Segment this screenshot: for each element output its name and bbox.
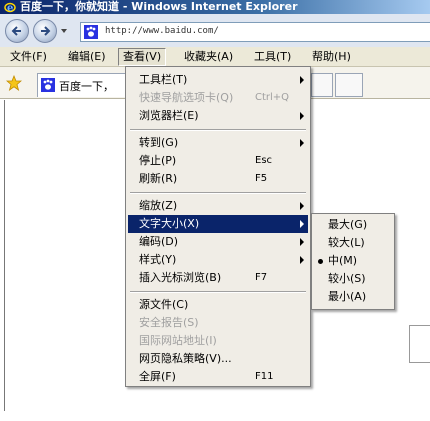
menu-item-go-to[interactable]: 转到(G) (128, 134, 308, 152)
menu-item-label: 网页隐私策略(V)... (139, 352, 232, 365)
menu-item-label: 快速导航选项卡(Q) (139, 91, 234, 104)
submenu-arrow-icon (300, 220, 304, 228)
url-text: http://www.baidu.com/ (105, 26, 219, 36)
svg-text:e: e (7, 3, 13, 13)
menu-item-encoding[interactable]: 编码(D) (128, 233, 308, 251)
page-widget (409, 325, 430, 363)
shortcut-label: F11 (255, 371, 274, 382)
address-field[interactable]: http://www.baidu.com/ (80, 22, 430, 42)
window-title: 百度一下，你就知道 - Windows Internet Explorer (20, 0, 298, 13)
menu-item-style[interactable]: 样式(Y) (128, 251, 308, 269)
submenu-arrow-icon (300, 256, 304, 264)
back-button[interactable] (5, 19, 29, 43)
menu-item-label: 插入光标浏览(B) (139, 271, 222, 284)
tab-label: 百度一下， (59, 80, 114, 93)
submenu-arrow-icon (300, 139, 304, 147)
menu-help[interactable]: 帮助(H) (308, 48, 355, 66)
selected-bullet-icon (318, 259, 323, 264)
submenu-arrow-icon (300, 202, 304, 210)
text-size-smaller[interactable]: 较小(S) (314, 270, 392, 288)
submenu-arrow-icon (300, 112, 304, 120)
menu-item-text-size[interactable]: 文字大小(X) (128, 215, 308, 233)
recent-pages-dropdown-icon[interactable] (60, 27, 68, 35)
submenu-arrow-icon (300, 238, 304, 246)
menu-item-label: 全屏(F) (139, 370, 176, 383)
menu-view[interactable]: 查看(V) (118, 48, 167, 66)
new-tab-button[interactable] (335, 73, 363, 97)
menu-item-label: 中(M) (328, 254, 358, 267)
menu-item-quick-tabs: 快速导航选项卡(Q) Ctrl+Q (128, 89, 308, 107)
menu-item-international-address: 国际网站地址(I) (128, 332, 308, 350)
favorites-star-icon[interactable] (6, 75, 22, 91)
menu-item-label: 缩放(Z) (139, 199, 178, 212)
internet-explorer-icon: e (4, 2, 16, 13)
menu-item-label: 较小(S) (328, 272, 366, 285)
menu-favorites[interactable]: 收藏夹(A) (180, 48, 237, 66)
submenu-arrow-icon (300, 76, 304, 84)
tab-baidu[interactable]: 百度一下， (37, 73, 127, 97)
baidu-paw-icon (84, 25, 98, 39)
menu-tools[interactable]: 工具(T) (250, 48, 295, 66)
text-size-larger[interactable]: 较大(L) (314, 234, 392, 252)
menu-item-label: 样式(Y) (139, 253, 177, 266)
title-bar: e 百度一下，你就知道 - Windows Internet Explorer (0, 0, 430, 14)
menu-item-label: 最小(A) (328, 290, 367, 303)
menu-item-zoom[interactable]: 缩放(Z) (128, 197, 308, 215)
address-row: http://www.baidu.com/ (0, 14, 430, 47)
arrow-left-icon (11, 26, 21, 36)
menu-item-privacy-policy[interactable]: 网页隐私策略(V)... (128, 350, 308, 368)
menu-item-source[interactable]: 源文件(C) (128, 296, 308, 314)
content-border (4, 100, 5, 411)
menu-item-label: 国际网站地址(I) (139, 334, 217, 347)
shortcut-label: F7 (255, 272, 268, 283)
menu-item-label: 工具栏(T) (139, 73, 188, 86)
text-size-largest[interactable]: 最大(G) (314, 216, 392, 234)
menu-item-label: 停止(P) (139, 154, 177, 167)
view-menu: 工具栏(T) 快速导航选项卡(Q) Ctrl+Q 浏览器栏(E) 转到(G) 停… (125, 66, 311, 387)
menu-separator (130, 291, 306, 293)
menu-separator (130, 192, 306, 194)
menu-item-full-screen[interactable]: 全屏(F) F11 (128, 368, 308, 386)
text-size-smallest[interactable]: 最小(A) (314, 288, 392, 306)
shortcut-label: F5 (255, 173, 268, 184)
menu-item-explorer-bars[interactable]: 浏览器栏(E) (128, 107, 308, 125)
menu-item-label: 编码(D) (139, 235, 179, 248)
menu-item-refresh[interactable]: 刷新(R) F5 (128, 170, 308, 188)
shortcut-label: Esc (255, 155, 273, 166)
forward-button[interactable] (33, 19, 57, 43)
menu-item-label: 最大(G) (328, 218, 368, 231)
text-size-submenu: 最大(G) 较大(L) 中(M) 较小(S) 最小(A) (311, 213, 395, 310)
baidu-paw-icon (41, 78, 55, 92)
menu-item-stop[interactable]: 停止(P) Esc (128, 152, 308, 170)
menu-item-label: 文字大小(X) (139, 217, 200, 230)
shortcut-label: Ctrl+Q (255, 92, 290, 103)
menu-item-label: 较大(L) (328, 236, 365, 249)
text-size-medium[interactable]: 中(M) (314, 252, 392, 270)
menu-item-label: 浏览器栏(E) (139, 109, 199, 122)
arrow-right-icon (41, 26, 51, 36)
menu-item-label: 刷新(R) (139, 172, 178, 185)
menu-item-toolbars[interactable]: 工具栏(T) (128, 71, 308, 89)
menu-item-label: 源文件(C) (139, 298, 189, 311)
menu-item-security-report: 安全报告(S) (128, 314, 308, 332)
tab-button[interactable] (311, 73, 333, 97)
menu-edit[interactable]: 编辑(E) (64, 48, 110, 66)
menu-item-caret-browsing[interactable]: 插入光标浏览(B) F7 (128, 269, 308, 287)
menu-separator (130, 129, 306, 131)
menu-item-label: 转到(G) (139, 136, 179, 149)
menu-file[interactable]: 文件(F) (6, 48, 51, 66)
menu-item-label: 安全报告(S) (139, 316, 199, 329)
menu-bar: 文件(F) 编辑(E) 查看(V) 收藏夹(A) 工具(T) 帮助(H) (0, 47, 430, 67)
